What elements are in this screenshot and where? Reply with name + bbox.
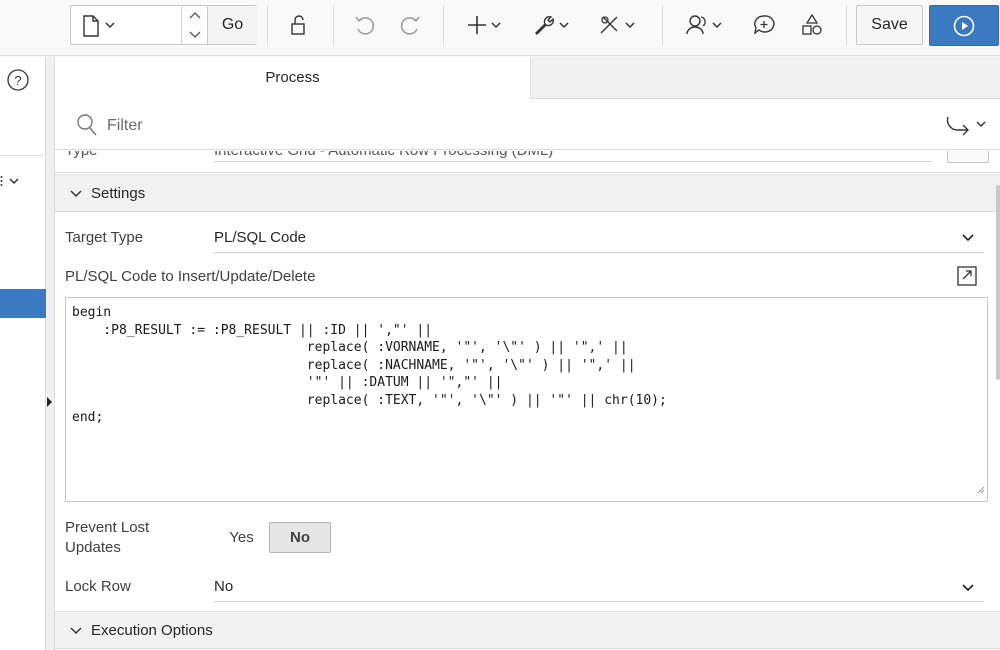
prevent-lost-updates-no[interactable]: No: [269, 522, 331, 553]
team-icon[interactable]: [685, 10, 727, 40]
left-pane: ?: [0, 57, 46, 650]
chevron-down-icon[interactable]: [960, 231, 976, 249]
filter-input[interactable]: Filter: [107, 117, 143, 135]
section-settings-header[interactable]: Settings: [55, 174, 1000, 212]
run-icon: [953, 15, 975, 36]
section-execution-title: Execution Options: [91, 622, 213, 639]
scrollbar[interactable]: [996, 185, 1000, 380]
type-value[interactable]: Interactive Grid - Automatic Row Process…: [214, 151, 553, 159]
property-editor: Process Filter Type Interactive Grid - A…: [55, 57, 1000, 650]
chevron-down-icon: [69, 624, 83, 642]
type-row-partial: Type Interactive Grid - Automatic Row Pr…: [55, 151, 1000, 173]
prevent-lost-updates-yes[interactable]: Yes: [214, 522, 269, 553]
page-stepper[interactable]: [181, 6, 207, 44]
lock-row-select[interactable]: No: [214, 578, 233, 595]
comment-icon[interactable]: [752, 10, 776, 40]
resize-grip-icon[interactable]: [975, 481, 985, 499]
page-selector: 8 Go: [70, 5, 257, 45]
selected-tree-node[interactable]: [0, 289, 46, 318]
plsql-code-editor[interactable]: begin :P8_RESULT := :P8_RESULT || :ID ||…: [65, 297, 988, 502]
target-type-label: Target Type: [65, 229, 144, 246]
type-label: Type: [65, 151, 98, 159]
goto-group-icon[interactable]: [945, 114, 987, 141]
type-list-button[interactable]: [947, 151, 989, 163]
tree-menu-icon[interactable]: [0, 174, 24, 193]
go-button[interactable]: Go: [207, 6, 257, 44]
wrench-icon[interactable]: [532, 10, 574, 40]
undo-icon[interactable]: [353, 10, 377, 40]
help-icon[interactable]: ?: [6, 68, 30, 97]
toolbar: 8 Go Save: [0, 0, 1000, 56]
collapse-arrow-icon[interactable]: [47, 397, 52, 407]
plsql-code-label: PL/SQL Code to Insert/Update/Delete: [65, 268, 316, 285]
run-button[interactable]: [929, 5, 999, 46]
tab-bar: Process: [55, 57, 1000, 99]
svg-text:?: ?: [14, 73, 21, 88]
utilities-icon[interactable]: [598, 10, 640, 40]
prevent-lost-updates-label: Prevent Lost Updates: [65, 519, 150, 556]
search-icon: [75, 112, 99, 143]
section-execution-header[interactable]: Execution Options: [55, 611, 1000, 649]
chevron-down-icon: [69, 187, 83, 205]
section-settings-title: Settings: [91, 185, 146, 202]
lock-row-label: Lock Row: [65, 578, 131, 595]
page-icon[interactable]: [81, 15, 117, 42]
plsql-code-text[interactable]: begin :P8_RESULT := :P8_RESULT || :ID ||…: [72, 304, 667, 427]
plus-icon[interactable]: [468, 10, 506, 40]
save-button[interactable]: Save: [856, 5, 923, 45]
target-type-select[interactable]: PL/SQL Code: [214, 229, 306, 246]
filter-bar: Filter: [55, 100, 1000, 150]
shapes-icon[interactable]: [800, 10, 824, 40]
expand-editor-icon[interactable]: [955, 265, 979, 292]
tab-process[interactable]: Process: [55, 57, 531, 99]
lock-icon[interactable]: [287, 10, 309, 40]
chevron-down-icon[interactable]: [960, 581, 976, 599]
redo-icon[interactable]: [398, 10, 422, 40]
pane-splitter[interactable]: [46, 57, 55, 650]
